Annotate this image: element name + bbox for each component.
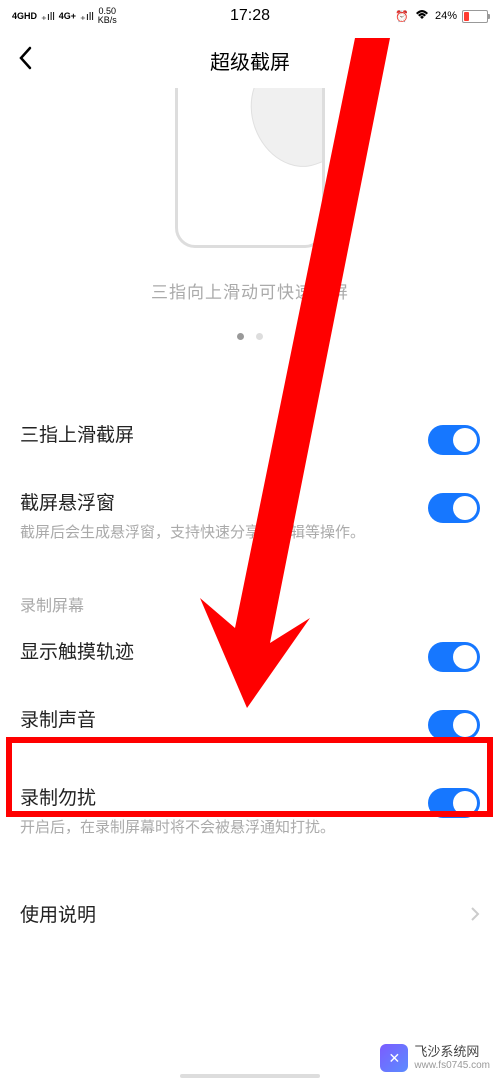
watermark: ✕ 飞沙系统网 www.fs0745.com	[380, 1044, 490, 1072]
status-time: 17:28	[230, 7, 270, 25]
toggle-floating-window[interactable]	[428, 493, 480, 523]
illustration-area[interactable]: 三指向上滑动可快速截屏	[0, 88, 500, 340]
row-record-sound[interactable]: 录制声音	[0, 690, 500, 758]
page-header: 超级截屏	[0, 32, 500, 88]
row-title: 显示触摸轨迹	[20, 640, 428, 667]
toggle-show-touch[interactable]	[428, 642, 480, 672]
settings-list: 三指上滑截屏 截屏悬浮窗 截屏后会生成悬浮窗，支持快速分享、编辑等操作。 录制屏…	[0, 405, 500, 952]
row-three-finger-screenshot[interactable]: 三指上滑截屏	[0, 405, 500, 473]
page-dot-2[interactable]	[256, 333, 263, 340]
row-title: 截屏悬浮窗	[20, 491, 428, 518]
page-dot-1[interactable]	[237, 333, 244, 340]
chevron-left-icon	[18, 46, 32, 70]
battery-icon	[462, 10, 488, 23]
signal-bars-icon: ₊ıll	[41, 10, 55, 23]
row-description: 截屏后会生成悬浮窗，支持快速分享、编辑等操作。	[20, 522, 428, 545]
toggle-record-dnd[interactable]	[428, 788, 480, 818]
signal-indicator-1: 4GHD	[12, 11, 37, 21]
battery-percentage: 24%	[435, 10, 457, 22]
status-bar: 4GHD ₊ıll 4G+ ₊ıll 0.50 KB/s 17:28 ⏰ 24%	[0, 0, 500, 32]
row-title: 使用说明	[20, 903, 470, 930]
toggle-three-finger[interactable]	[428, 425, 480, 455]
illustration-caption: 三指向上滑动可快速截屏	[0, 278, 500, 303]
row-description: 开启后，在录制屏幕时将不会被悬浮通知打扰。	[20, 817, 428, 840]
signal-indicator-2: 4G+	[59, 11, 76, 21]
status-left: 4GHD ₊ıll 4G+ ₊ıll 0.50 KB/s	[12, 7, 117, 25]
status-right: ⏰ 24%	[395, 9, 488, 24]
wifi-icon	[414, 9, 430, 24]
page-indicator[interactable]	[0, 333, 500, 340]
row-title: 录制勿扰	[20, 786, 428, 813]
row-floating-window[interactable]: 截屏悬浮窗 截屏后会生成悬浮窗，支持快速分享、编辑等操作。	[0, 473, 500, 562]
watermark-title: 飞沙系统网	[414, 1045, 490, 1059]
watermark-logo-icon: ✕	[380, 1044, 408, 1072]
page-title: 超级截屏	[210, 46, 290, 75]
section-label-recording: 录制屏幕	[0, 562, 500, 622]
finger-gesture-icon	[236, 88, 325, 180]
alarm-icon: ⏰	[395, 10, 409, 23]
home-indicator	[180, 1074, 320, 1078]
signal-bars-icon-2: ₊ıll	[80, 10, 94, 23]
network-speed: 0.50 KB/s	[98, 7, 117, 25]
toggle-record-sound[interactable]	[428, 710, 480, 740]
row-instructions[interactable]: 使用说明	[0, 881, 500, 952]
chevron-right-icon	[470, 906, 480, 927]
watermark-url: www.fs0745.com	[414, 1060, 490, 1071]
back-button[interactable]	[0, 46, 50, 75]
row-title: 录制声音	[20, 708, 428, 735]
phone-mockup-icon	[175, 88, 325, 248]
row-record-dnd[interactable]: 录制勿扰 开启后，在录制屏幕时将不会被悬浮通知打扰。	[0, 758, 500, 857]
row-show-touch[interactable]: 显示触摸轨迹	[0, 622, 500, 690]
row-title: 三指上滑截屏	[20, 423, 428, 450]
